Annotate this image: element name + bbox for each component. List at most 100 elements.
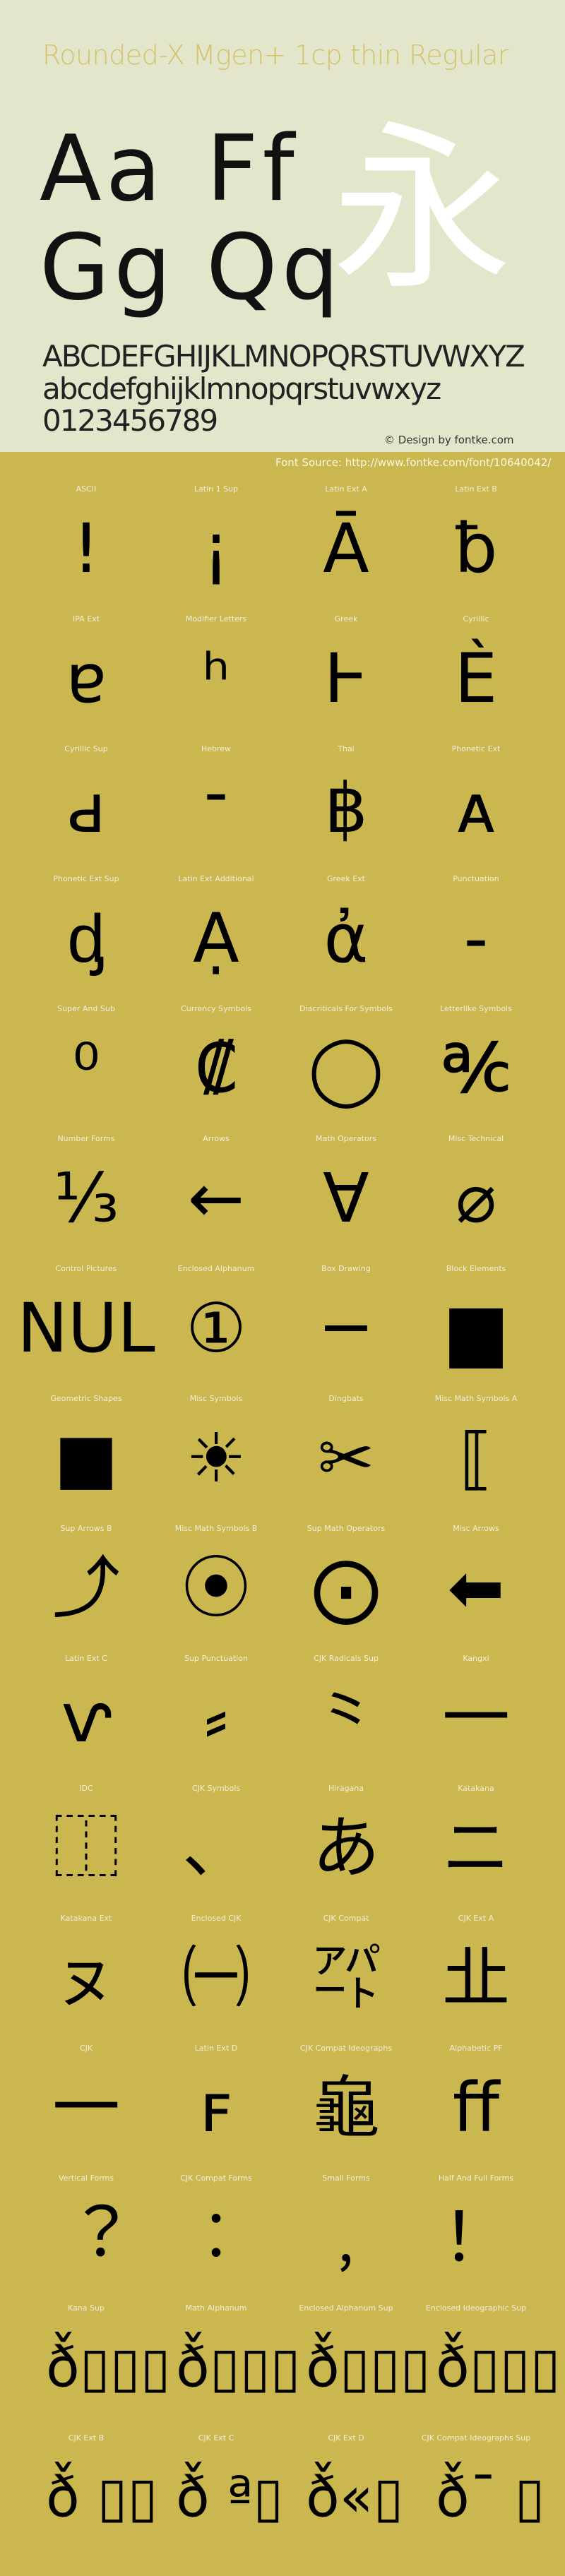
block-label: Kangxi	[463, 1654, 489, 1663]
block-cell: Latin Ext B ƀ	[411, 484, 541, 614]
font-title: Rounded-X Mgen+ 1cp thin Regular	[42, 40, 509, 71]
block-glyph: ！	[442, 2198, 510, 2277]
block-cell: Geometric Shapes ■	[21, 1394, 151, 1524]
block-label: CJK Compat Forms	[180, 2174, 252, 2183]
block-label: Geometric Shapes	[50, 1394, 122, 1403]
block-cell: Small Forms ﹐	[281, 2174, 411, 2303]
copyright-text: © Design by fontke.com	[384, 434, 514, 446]
block-glyph: ⬅	[447, 1549, 505, 1628]
block-label: Sup Punctuation	[184, 1654, 248, 1663]
block-cell: Phonetic Ext ᴀ	[411, 744, 541, 874]
block-label: Alphabetic PF	[449, 2044, 503, 2053]
sample-pair-ff: Ff	[206, 117, 299, 222]
block-label: Hebrew	[201, 744, 232, 753]
block-cell: Vertical Forms ︖	[21, 2174, 151, 2303]
block-cell: Control Pictures NUL	[17, 1264, 155, 1394]
block-cell: CJK Compat ㌀	[281, 1914, 411, 2044]
block-glyph: ℀	[441, 1029, 511, 1108]
unicode-block-grid: ASCII! Latin 1 Sup ¡ Latin Ext A Ā Latin Ext …	[17, 484, 560, 2563]
sample-kanji: 永	[332, 105, 513, 315]
block-cell: Math Alphanum ð̌▯▯▯	[151, 2303, 301, 2433]
block-cell: CJK Ext B ð̌ ▯▯	[21, 2433, 157, 2563]
block-label: Latin Ext D	[194, 2044, 238, 2053]
block-cell: CJK Radicals Sup ⺀	[281, 1654, 411, 1784]
block-label: Punctuation	[453, 874, 499, 883]
block-cell: Misc Math Symbols B ⦿	[151, 1524, 281, 1654]
block-cell: Enclosed Alphanum ①	[151, 1264, 281, 1394]
block-cell: Dingbats ✂	[281, 1394, 411, 1524]
uppercase-sample: ABCDEFGHIJKLMNOPQRSTUVWXYZ	[42, 339, 525, 374]
block-cell: Latin 1 Sup ¡	[151, 484, 281, 614]
block-label: Number Forms	[57, 1134, 115, 1143]
block-cell: Enclosed Alphanum Sup ð̌▯▯▯	[281, 2303, 430, 2433]
block-cell: CJK Compat Ideographs Sup ð̌¯ ▯	[411, 2433, 545, 2563]
font-source-link[interactable]: Font Source: http://www.fontke.com/font/…	[275, 456, 551, 469]
block-cell: Latin Ext Dꜰ	[151, 2044, 281, 2174]
block-label: Box Drawing	[321, 1264, 371, 1273]
block-label: Half And Full Forms	[438, 2174, 514, 2183]
block-cell: Misc Symbols ☀	[151, 1394, 281, 1524]
block-glyph: ニ	[442, 1808, 510, 1888]
block-cell: ASCII!	[21, 484, 151, 614]
block-label: Katakana	[458, 1784, 494, 1793]
block-label: Super And Sub	[57, 1004, 115, 1013]
block-cell: Alphabetic PF ﬀ	[411, 2044, 541, 2174]
block-cell: Diacriticals For Symbols ◯	[281, 1004, 411, 1134]
block-cell: Greek Ͱ	[281, 614, 411, 744]
block-glyph: ð̌«▯	[306, 2466, 404, 2529]
block-cell: Letterlike Symbols ℀	[411, 1004, 541, 1134]
block-label: Latin Ext B	[455, 484, 497, 494]
block-label: Control Pictures	[55, 1264, 117, 1273]
block-glyph: ƀ	[454, 509, 498, 588]
block-cell: Sup Math Operators ⨀	[281, 1524, 411, 1654]
block-label: Katakana Ext	[60, 1914, 112, 1923]
block-cell: Sup Punctuation ⸗	[151, 1654, 281, 1784]
block-cell: Cyrillic Ѐ	[411, 614, 541, 744]
block-label: Enclosed Alphanum	[177, 1264, 255, 1273]
block-label: CJK Compat	[323, 1914, 369, 1923]
block-cell: Sup Arrows B ⤴	[21, 1524, 151, 1654]
block-label: Latin Ext Additional	[178, 874, 254, 883]
block-label: CJK Compat Ideographs Sup	[421, 2433, 531, 2443]
block-label: Arrows	[203, 1134, 230, 1143]
block-cell: Box Drawing ─	[281, 1264, 411, 1394]
block-glyph: ð̌▯▯▯	[436, 2336, 561, 2399]
block-label: CJK Ext C	[198, 2433, 234, 2443]
sample-pair-aa: Aa	[40, 117, 165, 222]
block-label: CJK Radicals Sup	[314, 1654, 379, 1663]
block-glyph: ‐	[463, 899, 489, 978]
block-cell: Half And Full Forms ！	[411, 2174, 541, 2303]
block-cell: Hebrew ־	[151, 744, 281, 874]
block-cell: Number Forms ⅓	[21, 1134, 151, 1264]
block-label: CJK Ext A	[458, 1914, 494, 1923]
block-cell: CJK Ext C ð̌ ª▯	[151, 2433, 284, 2563]
block-cell: CJK Symbols、	[151, 1784, 281, 1914]
block-label: Latin 1 Sup	[194, 484, 239, 494]
block-label: Misc Math Symbols B	[174, 1524, 258, 1533]
block-glyph: ⼀	[442, 1678, 510, 1758]
block-cell: Latin Ext Cⱱ	[21, 1654, 151, 1784]
block-cell: Enclosed CJK ㈠	[151, 1914, 281, 2044]
block-label: Kana Sup	[68, 2303, 105, 2313]
block-cell: Latin Ext AĀ	[281, 484, 411, 614]
block-label: Misc Symbols	[189, 1394, 243, 1403]
block-cell: Currency Symbols ₡	[151, 1004, 281, 1134]
block-glyph: ⟦	[459, 1419, 493, 1498]
block-label: CJK	[79, 2044, 93, 2053]
block-label: Letterlike Symbols	[440, 1004, 512, 1013]
block-cell: Kangxi ⼀	[411, 1654, 541, 1784]
block-label: Latin Ext C	[65, 1654, 107, 1663]
block-label: Sup Math Operators	[307, 1524, 386, 1533]
block-label: Dingbats	[328, 1394, 364, 1403]
block-label: Sup Arrows B	[60, 1524, 112, 1533]
block-label: Misc Technical	[448, 1134, 504, 1143]
block-cell: Hiragana あ	[281, 1784, 411, 1914]
block-glyph: ð̌ ª▯	[176, 2466, 284, 2529]
block-cell: Cyrillic Sup ԁ	[21, 744, 151, 874]
block-label: Diacriticals For Symbols	[299, 1004, 393, 1013]
block-label: Hiragana	[328, 1784, 364, 1793]
block-cell: IDC ⿰	[21, 1784, 151, 1914]
block-label: Thai	[338, 744, 355, 753]
block-glyph: ﬀ	[452, 2068, 500, 2147]
block-cell: Misc Technical ⌀	[411, 1134, 541, 1264]
